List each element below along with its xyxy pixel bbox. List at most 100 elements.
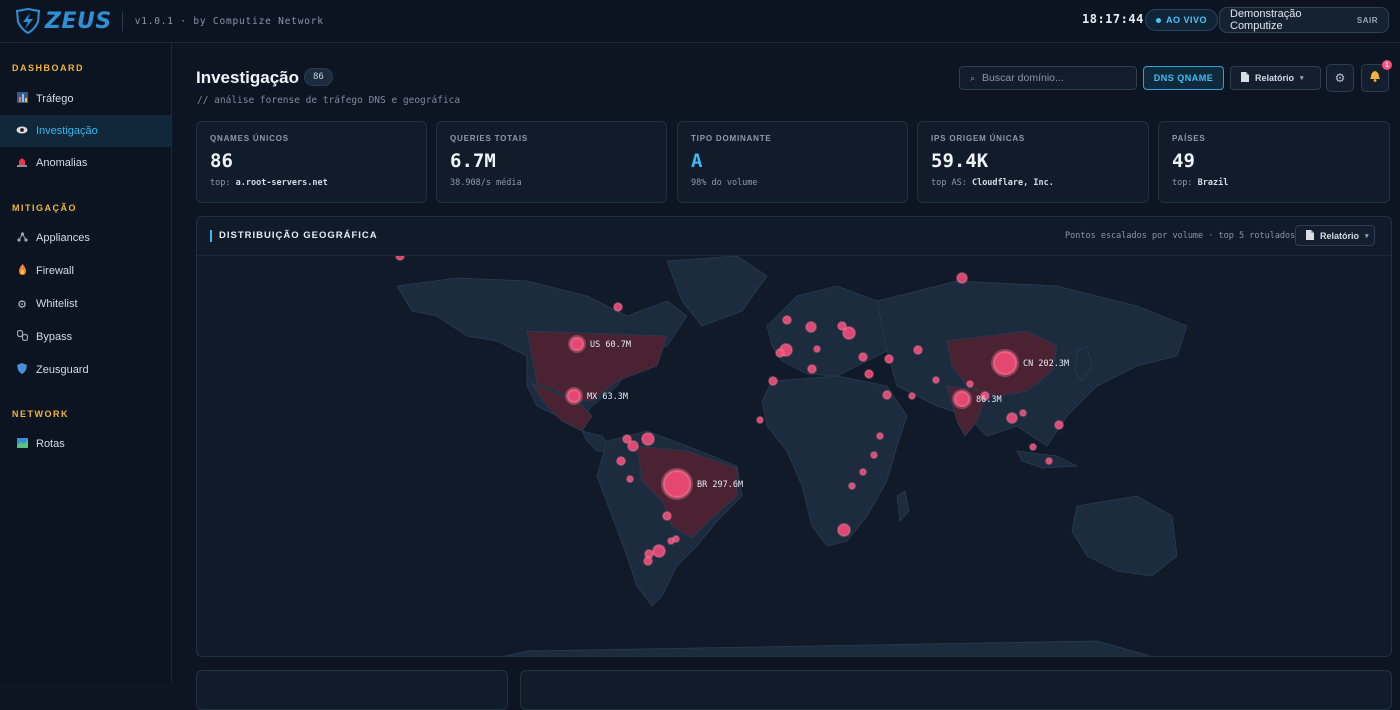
report-dropdown-button[interactable]: Relatório ▾ [1230, 66, 1321, 90]
map-point[interactable] [859, 468, 867, 476]
map-point[interactable] [652, 544, 666, 558]
map-point[interactable] [848, 482, 856, 490]
map-point[interactable] [756, 416, 764, 424]
stat-value: 49 [1172, 150, 1195, 172]
map-point[interactable] [991, 349, 1019, 377]
map-point[interactable] [966, 380, 974, 388]
map-point[interactable] [395, 256, 405, 261]
map-point[interactable] [913, 345, 923, 355]
map-point[interactable] [1054, 420, 1064, 430]
map-point[interactable] [870, 451, 878, 459]
page-title: Investigação [196, 68, 299, 87]
clock: 18:17:44 [1082, 12, 1144, 26]
map-point-label: 86.3M [976, 395, 1002, 405]
madagascar-shape [896, 490, 910, 522]
map-point[interactable] [952, 389, 972, 409]
map-point[interactable] [1006, 412, 1018, 424]
stat-sub-value: a.root-servers.net [235, 178, 328, 188]
map-point[interactable] [1029, 443, 1037, 451]
stat-sub-prefix: top: [1172, 178, 1193, 188]
sidebar-item-investigacao[interactable]: Investigação [0, 115, 171, 147]
map-point[interactable] [1019, 409, 1027, 417]
map-point[interactable] [908, 392, 916, 400]
map-point[interactable] [837, 321, 847, 331]
search-box[interactable]: ⌕ [959, 66, 1137, 90]
accent-bar [210, 230, 212, 242]
main-content: Investigação 86 // análise forense de tr… [173, 43, 1400, 710]
sidebar-item-rotas[interactable]: Rotas [0, 428, 171, 460]
user-menu[interactable]: Demonstração Computize SAIR [1219, 7, 1389, 33]
map-point[interactable] [643, 556, 653, 566]
stat-card-ips: IPS ORIGEM ÚNICAS 59.4K top AS: Cloudfla… [917, 121, 1149, 203]
stat-sub-prefix: top AS: [931, 178, 967, 188]
sidebar-item-trafego[interactable]: Tráfego [0, 83, 171, 115]
search-input[interactable] [982, 72, 1123, 84]
map-point[interactable] [882, 390, 892, 400]
sidebar-item-label: Rotas [36, 438, 65, 450]
stat-sub: top AS: Cloudflare, Inc. [931, 178, 1135, 188]
live-label: AO VIVO [1166, 15, 1208, 25]
stat-label: IPS ORIGEM ÚNICAS [931, 134, 1026, 143]
map-point[interactable] [813, 345, 821, 353]
map-point[interactable] [956, 272, 968, 284]
map-point[interactable] [662, 511, 672, 521]
map-point[interactable] [782, 315, 792, 325]
divider [121, 11, 123, 31]
map-point[interactable] [568, 335, 586, 353]
notifications-button[interactable]: 1 [1361, 60, 1392, 92]
sidebar-item-appliances[interactable]: Appliances [0, 222, 171, 254]
map-report-button[interactable]: Relatório ▾ [1295, 225, 1375, 246]
stat-sub: 38.908/s média [450, 178, 522, 188]
sidebar-section-dashboard: DASHBOARD [12, 63, 84, 73]
map-point[interactable] [932, 376, 940, 384]
chart-icon [16, 92, 28, 106]
world-map[interactable]: US 60.7M MX 63.3M BR 297.6M CN 202.3M 86.3M [197, 256, 1392, 657]
shield-icon [16, 363, 28, 377]
document-icon [1306, 229, 1314, 242]
sidebar-item-firewall[interactable]: Firewall [0, 255, 171, 287]
stat-card-tipo: TIPO DOMINANTE A 98% do volume [677, 121, 908, 203]
dns-qname-button[interactable]: DNS QNAME [1143, 66, 1224, 90]
count-badge: 86 [304, 68, 333, 86]
map-point[interactable] [661, 468, 693, 500]
search-icon: ⌕ [970, 72, 976, 83]
sidebar-item-anomalias[interactable]: Anomalias [0, 147, 171, 179]
sidebar-section-mitigacao: MITIGAÇÃO [12, 203, 77, 213]
map-point[interactable] [565, 387, 583, 405]
stat-value: A [691, 150, 703, 172]
map-point-label: CN 202.3M [1023, 359, 1069, 369]
map-point[interactable] [884, 354, 894, 364]
map-point[interactable] [626, 475, 634, 483]
map-point[interactable] [613, 302, 623, 312]
sidebar-item-whitelist[interactable]: ⚙ Whitelist [0, 288, 171, 320]
map-point[interactable] [807, 364, 817, 374]
stat-label: QNAMES ÚNICOS [210, 134, 289, 143]
sidebar-item-zeusguard[interactable]: Zeusguard [0, 354, 171, 386]
bottom-panel-right [520, 670, 1392, 710]
map-point[interactable] [876, 432, 884, 440]
africa-shape [761, 375, 908, 547]
sidebar-item-label: Appliances [36, 232, 90, 244]
map-point-label: BR 297.6M [697, 480, 743, 490]
map-point[interactable] [837, 523, 851, 537]
map-point[interactable] [858, 352, 868, 362]
logout-button[interactable]: SAIR [1357, 16, 1378, 25]
map-point[interactable] [805, 321, 817, 333]
map-point[interactable] [768, 376, 778, 386]
sidebar-item-bypass[interactable]: Bypass [0, 321, 171, 353]
map-point[interactable] [864, 369, 874, 379]
map-point[interactable] [672, 535, 680, 543]
map-point[interactable] [775, 348, 785, 358]
notification-count-badge: 1 [1382, 60, 1392, 70]
sidebar: DASHBOARD Tráfego Investigação Anomalias… [0, 43, 172, 682]
settings-button[interactable]: ⚙ [1326, 64, 1354, 92]
map-point[interactable] [627, 440, 639, 452]
map-point[interactable] [616, 456, 626, 466]
antarctica-shape [503, 640, 1152, 656]
map-point[interactable] [641, 432, 655, 446]
logo[interactable]: ZEUS [14, 8, 112, 34]
map-point[interactable] [1045, 457, 1053, 465]
report-label: Relatório [1255, 73, 1295, 83]
stat-card-qnames: QNAMES ÚNICOS 86 top: a.root-servers.net [196, 121, 427, 203]
gear-icon: ⚙ [17, 298, 27, 311]
